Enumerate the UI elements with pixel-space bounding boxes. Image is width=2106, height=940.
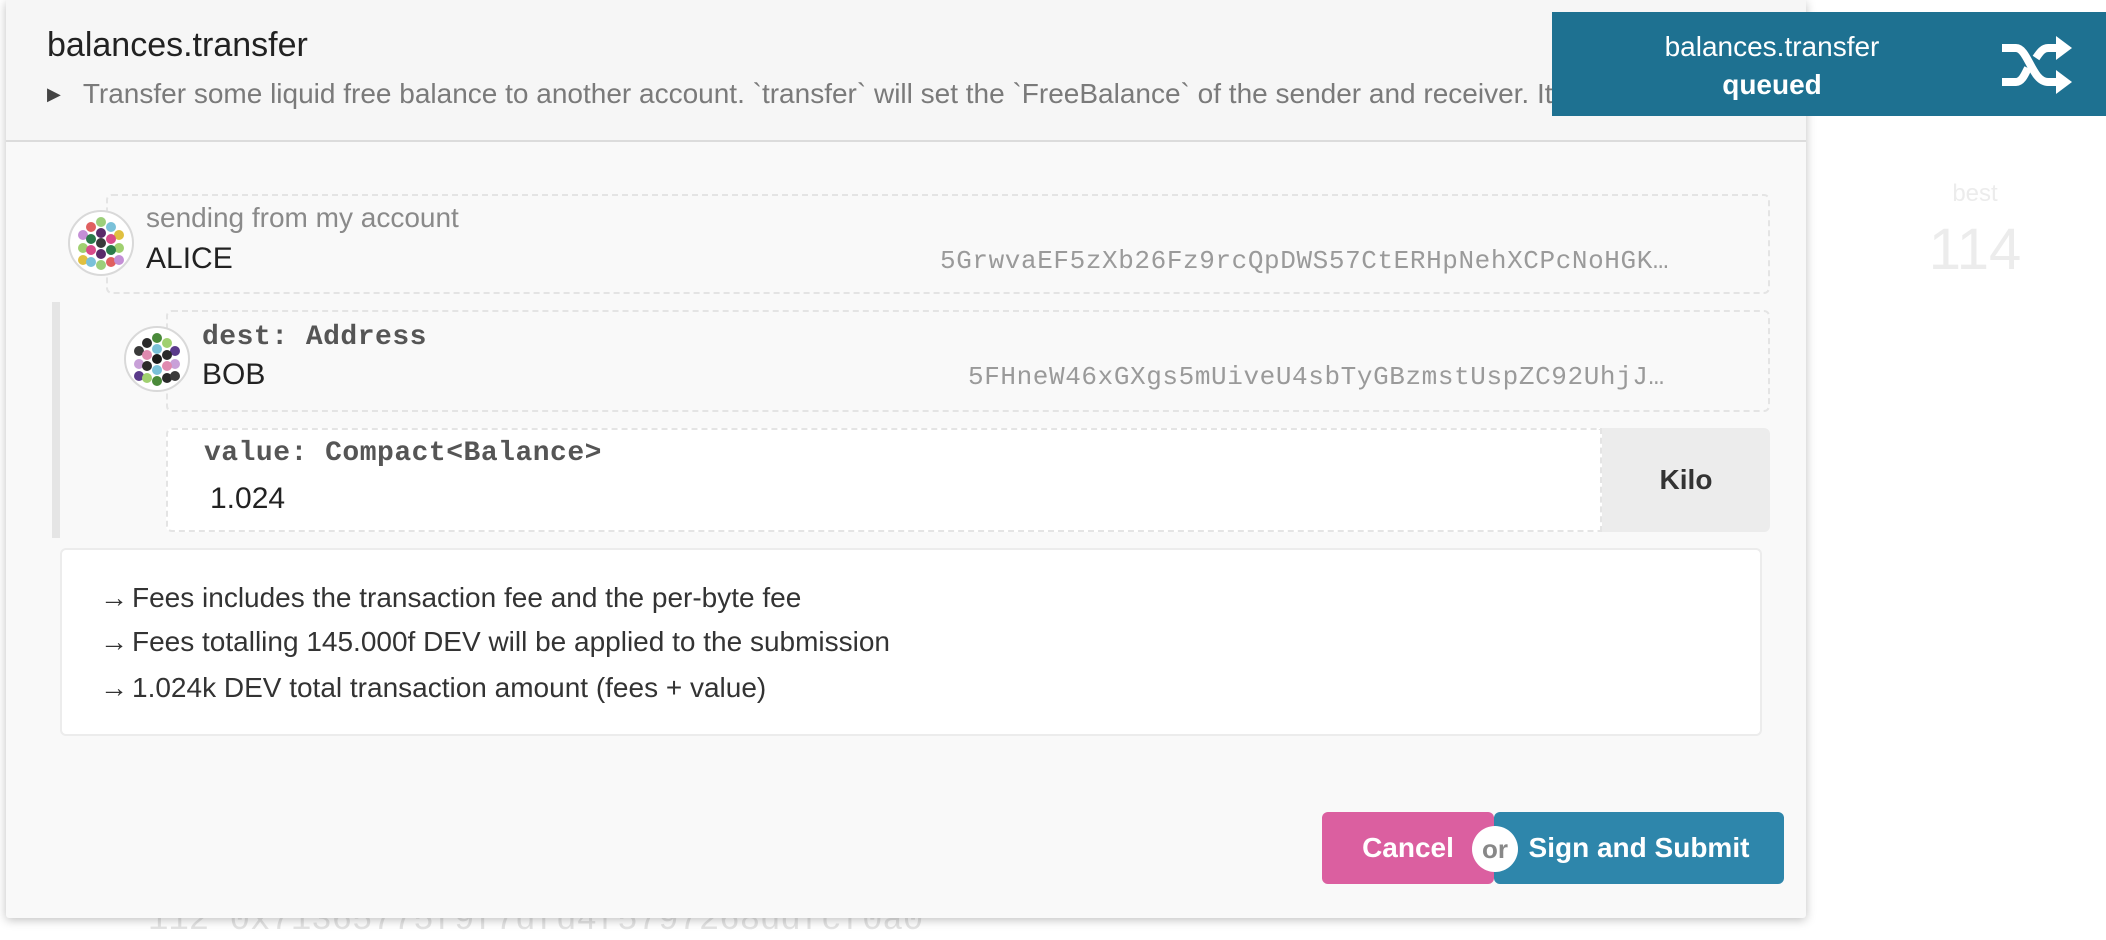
bg-stat-best: best 114 [1920,180,2030,283]
transfer-modal: balances.transfer ▶ Transfer some liquid … [6,0,1806,918]
sign-and-submit-button[interactable]: Sign and Submit [1494,812,1784,884]
fees-info-box: → Fees includes the transaction fee and t… [60,548,1762,736]
shuffle-icon [2002,36,2072,94]
sender-label: sending from my account [146,202,459,233]
bg-stat-value: 114 [1928,217,2022,282]
dest-name: BOB [202,358,266,391]
cancel-button[interactable]: Cancel [1322,812,1494,884]
modal-header: balances.transfer ▶ Transfer some liquid … [6,0,1806,142]
sender-name: ALICE [146,242,233,275]
modal-title: balances.transfer [47,26,308,64]
dest-address: 5FHneW46xGXgs5mUiveU4sbTyGBzmstUspZC92Uh… [968,362,1665,392]
status-text: balances.transfer queued [1552,28,1992,104]
value-label: value: Compact<Balance> [204,438,602,469]
arrow-right-icon: → [100,626,128,657]
bg-stat-label: best [1952,180,1998,207]
fee-line: → 1.024k DEV total transaction amount (fe… [100,672,766,704]
fee-text: Fees includes the transaction fee and th… [132,582,802,613]
or-divider: or [1472,826,1518,872]
unit-label: Kilo [1659,464,1713,495]
arrow-right-icon: → [100,582,128,613]
status-notification[interactable]: balances.transfer queued [1552,12,2106,116]
modal-description: Transfer some liquid free balance to ano… [82,78,1723,109]
unit-dropdown[interactable]: Kilo [1602,428,1770,532]
status-state: queued [1722,69,1822,100]
bob-identicon-icon [124,326,190,392]
fee-line: → Fees totalling 145.000f DEV will be app… [100,626,890,658]
value-amount[interactable]: 1.024 [210,482,285,516]
status-title: balances.transfer [1664,31,1880,62]
fee-text: 1.024k DEV total transaction amount (fee… [132,672,767,703]
alice-identicon-icon [68,210,134,276]
expand-triangle-icon[interactable]: ▶ [47,84,61,105]
dest-label: dest: Address [202,322,427,353]
fee-text: Fees totalling 145.000f DEV will be appl… [132,626,890,657]
description-toggle[interactable]: ▶ Transfer some liquid free balance to an… [47,78,1722,110]
fee-line: → Fees includes the transaction fee and t… [100,582,801,614]
sender-address: 5GrwvaEF5zXb26Fz9rcQpDWS57CtERHpNehXCPcN… [940,246,1670,276]
params-indent-rule [52,302,60,538]
value-input[interactable]: value: Compact<Balance> 1.024 [166,428,1602,532]
arrow-right-icon: → [100,672,128,703]
